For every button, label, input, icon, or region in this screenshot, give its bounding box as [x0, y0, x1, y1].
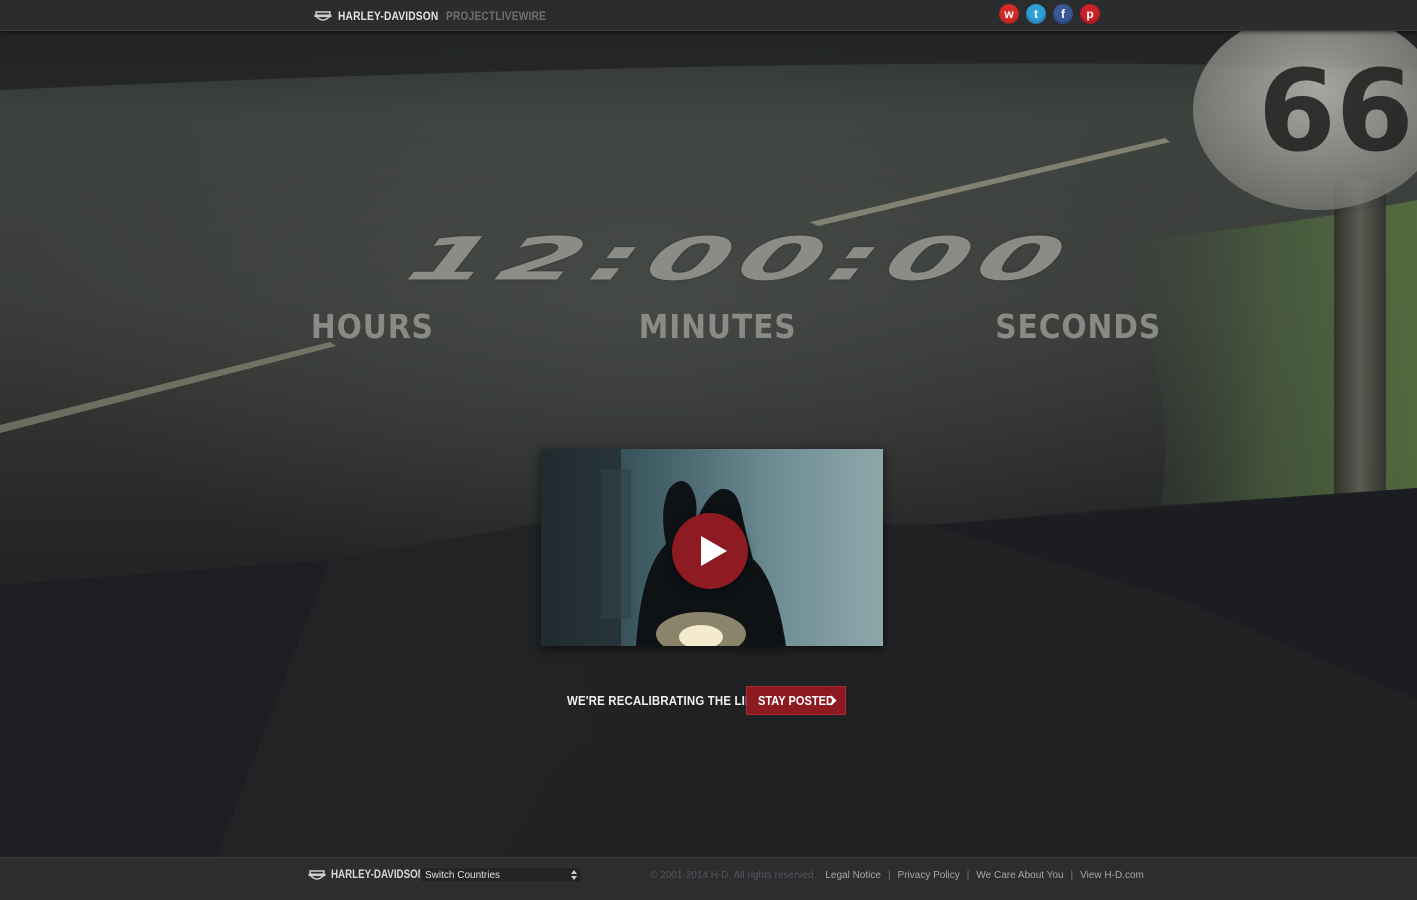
link-divider: |	[1070, 869, 1074, 881]
footer-links: © 2001-2014 H-D. All rights reserved. Le…	[650, 867, 1144, 883]
view-hd-com-link[interactable]: View H-D.com	[1080, 870, 1144, 881]
link-divider: |	[887, 869, 891, 881]
play-icon	[700, 536, 727, 566]
hours-label: HOURS	[310, 307, 434, 346]
stay-posted-label: STAY POSTED	[758, 693, 834, 708]
minutes-label: MINUTES	[638, 307, 797, 346]
countdown-timer: 12:00:00	[220, 223, 1260, 294]
footer-brand-name: HARLEY-DAVIDSON	[331, 869, 425, 881]
we-care-about-you-link[interactable]: We Care About You	[976, 870, 1063, 881]
countdown-digits: 12:00:00	[382, 223, 1098, 294]
play-button[interactable]	[672, 513, 748, 589]
svg-text:66: 66	[1258, 47, 1414, 177]
country-select-label: Switch Countries	[425, 870, 501, 881]
copyright-text: © 2001-2014 H-D. All rights reserved.	[650, 869, 817, 881]
pinterest-icon[interactable]: p	[1080, 4, 1100, 24]
select-arrows-icon	[571, 870, 577, 880]
social-links: w t f p	[999, 4, 1100, 24]
video-player[interactable]	[541, 449, 883, 646]
facebook-icon[interactable]: f	[1053, 4, 1073, 24]
brand-logo-link[interactable]: HARLEY-DAVIDSON PROJECTLIVEWIRE	[314, 7, 564, 25]
link-divider: |	[966, 869, 970, 881]
weibo-icon[interactable]: w	[999, 4, 1019, 24]
legal-notice-link[interactable]: Legal Notice	[825, 870, 881, 881]
country-select[interactable]: Switch Countries	[420, 867, 582, 883]
brand-sub-title: PROJECTLIVEWIRE	[446, 9, 547, 23]
top-navigation-bar: HARLEY-DAVIDSON PROJECTLIVEWIRE w t f p	[0, 0, 1417, 31]
privacy-policy-link[interactable]: Privacy Policy	[898, 870, 960, 881]
brand-name: HARLEY-DAVIDSON	[338, 9, 439, 23]
seconds-label: SECONDS	[995, 307, 1162, 346]
bar-and-shield-icon	[308, 870, 326, 880]
bar-and-shield-icon	[314, 11, 332, 21]
footer: HARLEY-DAVIDSON Switch Countries © 2001-…	[0, 857, 1417, 900]
twitter-icon[interactable]: t	[1026, 4, 1046, 24]
stay-posted-button[interactable]: STAY POSTED	[746, 686, 846, 715]
